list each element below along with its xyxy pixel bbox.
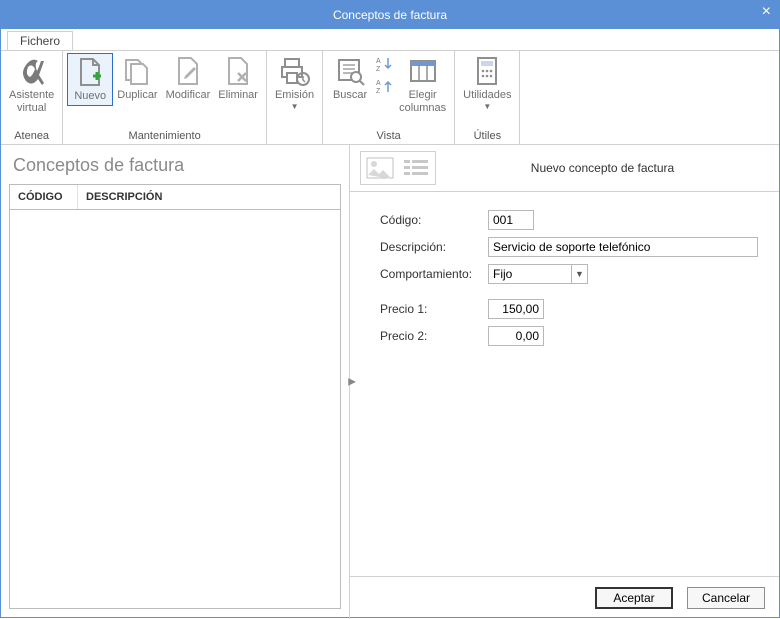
dropdown-arrow-icon: ▼ bbox=[291, 102, 299, 111]
sort-desc-button[interactable]: AZ bbox=[373, 75, 395, 97]
comp-label: Comportamiento: bbox=[380, 267, 488, 281]
window-title: Conceptos de factura bbox=[333, 8, 447, 22]
columns-icon bbox=[407, 55, 439, 87]
alpha-icon bbox=[16, 55, 48, 87]
sort-asc-button[interactable]: AZ bbox=[373, 53, 395, 75]
aceptar-button[interactable]: Aceptar bbox=[595, 587, 673, 609]
view-thumb-image[interactable] bbox=[363, 154, 397, 182]
form-title: Nuevo concepto de factura bbox=[436, 161, 769, 175]
col-header-desc[interactable]: DESCRIPCIÓN bbox=[78, 185, 340, 209]
svg-text:Z: Z bbox=[376, 88, 381, 95]
view-toggle bbox=[360, 151, 436, 185]
comp-select[interactable]: Fijo ▼ bbox=[488, 264, 588, 284]
modificar-button[interactable]: Modificar bbox=[162, 53, 215, 104]
codigo-label: Código: bbox=[380, 213, 488, 227]
desc-input[interactable] bbox=[488, 237, 758, 257]
dropdown-arrow-icon: ▼ bbox=[483, 102, 491, 111]
precio2-input[interactable] bbox=[488, 326, 544, 346]
group-label-mant: Mantenimiento bbox=[63, 129, 266, 144]
grid-body bbox=[10, 210, 340, 608]
view-thumb-list[interactable] bbox=[399, 154, 433, 182]
svg-text:A: A bbox=[376, 58, 381, 65]
tab-fichero[interactable]: Fichero bbox=[7, 31, 73, 50]
ribbon: Asistentevirtual Atenea Nuevo Duplicar bbox=[1, 51, 779, 145]
precio2-label: Precio 2: bbox=[380, 329, 488, 343]
elegir-columnas-button[interactable]: Elegircolumnas bbox=[395, 53, 450, 116]
document-edit-icon bbox=[172, 55, 204, 87]
svg-text:A: A bbox=[376, 80, 381, 87]
print-icon bbox=[279, 55, 311, 87]
left-panel: Conceptos de factura CÓDIGO DESCRIPCIÓN … bbox=[1, 145, 350, 619]
col-header-codigo[interactable]: CÓDIGO bbox=[10, 185, 78, 209]
document-new-icon bbox=[74, 56, 106, 88]
emision-button[interactable]: Emisión ▼ bbox=[271, 53, 318, 113]
document-delete-icon bbox=[222, 55, 254, 87]
svg-text:Z: Z bbox=[376, 66, 381, 73]
calculator-icon bbox=[471, 55, 503, 87]
sort-asc-icon: AZ bbox=[375, 55, 393, 73]
utilidades-button[interactable]: Utilidades ▼ bbox=[459, 53, 515, 113]
precio1-label: Precio 1: bbox=[380, 302, 488, 316]
chevron-down-icon: ▼ bbox=[571, 265, 587, 283]
close-icon[interactable]: × bbox=[762, 3, 771, 21]
title-bar: Conceptos de factura × bbox=[1, 1, 779, 29]
right-panel: Nuevo concepto de factura Código: Descri… bbox=[350, 145, 779, 619]
page-title: Conceptos de factura bbox=[1, 145, 349, 184]
expander-handle[interactable]: ▶ bbox=[348, 377, 356, 388]
nuevo-button[interactable]: Nuevo bbox=[67, 53, 113, 106]
group-label-atenea: Atenea bbox=[1, 129, 62, 144]
duplicar-button[interactable]: Duplicar bbox=[113, 53, 161, 104]
desc-label: Descripción: bbox=[380, 240, 488, 254]
codigo-input[interactable] bbox=[488, 210, 534, 230]
precio1-input[interactable] bbox=[488, 299, 544, 319]
group-label-utiles: Útiles bbox=[455, 129, 519, 144]
data-grid[interactable]: CÓDIGO DESCRIPCIÓN bbox=[9, 184, 341, 609]
search-icon bbox=[334, 55, 366, 87]
buscar-button[interactable]: Buscar bbox=[327, 53, 373, 104]
document-duplicate-icon bbox=[121, 55, 153, 87]
sort-desc-icon: AZ bbox=[375, 77, 393, 95]
cancelar-button[interactable]: Cancelar bbox=[687, 587, 765, 609]
group-label-vista: Vista bbox=[323, 129, 454, 144]
ribbon-tabs: Fichero bbox=[1, 29, 779, 51]
asistente-virtual-button[interactable]: Asistentevirtual bbox=[5, 53, 58, 116]
eliminar-button[interactable]: Eliminar bbox=[214, 53, 262, 104]
